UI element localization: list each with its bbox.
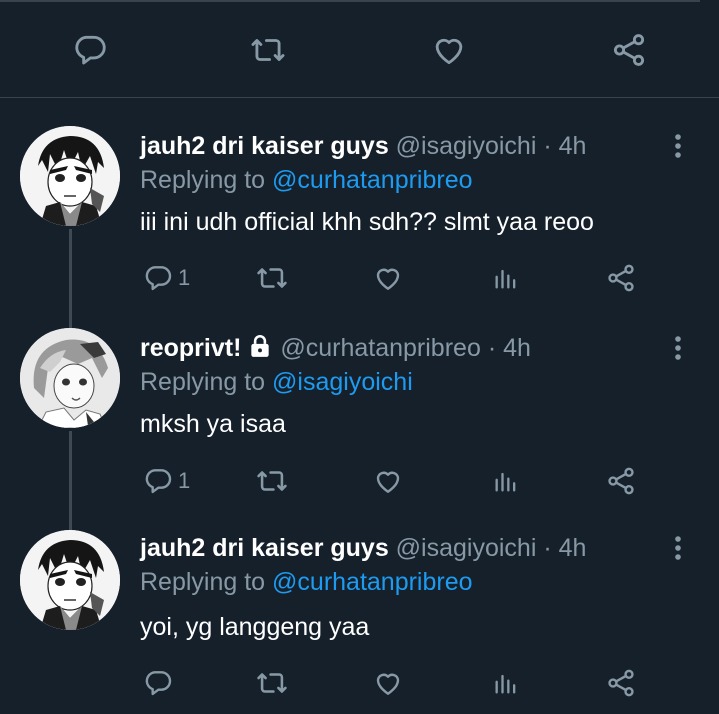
timestamp[interactable]: 4h bbox=[559, 534, 587, 562]
share-icon[interactable] bbox=[605, 258, 637, 298]
replying-to-label: Replying to bbox=[140, 166, 266, 194]
retweet-icon[interactable] bbox=[248, 30, 288, 70]
tweet-actions bbox=[0, 663, 719, 703]
retweet-icon[interactable] bbox=[255, 663, 289, 703]
reply-icon bbox=[142, 465, 174, 497]
separator-dot: · bbox=[543, 132, 552, 160]
reply-button[interactable]: 1 bbox=[142, 461, 190, 501]
heart-icon[interactable] bbox=[372, 258, 404, 298]
reply-button[interactable] bbox=[142, 663, 178, 703]
avatar[interactable] bbox=[20, 126, 120, 226]
display-name[interactable]: jauh2 dri kaiser guys bbox=[140, 132, 389, 160]
separator-dot: · bbox=[543, 534, 552, 562]
display-name[interactable]: reoprivt! bbox=[140, 334, 241, 362]
timestamp[interactable]: 4h bbox=[559, 132, 587, 160]
replying-to-line: Replying to @curhatanpribreo bbox=[140, 165, 473, 195]
reply-button[interactable]: 1 bbox=[142, 258, 190, 298]
avatar[interactable] bbox=[20, 530, 120, 630]
replying-to-mention[interactable]: @curhatanpribreo bbox=[272, 166, 473, 194]
username[interactable]: @curhatanpribreo bbox=[280, 334, 481, 362]
tweet-text: mksh ya isaa bbox=[140, 410, 286, 438]
top-divider bbox=[0, 0, 700, 2]
reply-count: 1 bbox=[178, 468, 191, 493]
separator-dot: · bbox=[487, 334, 497, 362]
lock-icon bbox=[247, 333, 273, 359]
main-tweet-action-bar bbox=[0, 20, 719, 80]
tweet-actions: 1 bbox=[0, 258, 719, 298]
replying-to-mention[interactable]: @isagiyoichi bbox=[272, 368, 413, 396]
tweet-reply-1[interactable]: jauh2 dri kaiser guys @isagiyoichi · 4h … bbox=[0, 126, 719, 335]
tweet-reply-2[interactable]: reoprivt! @curhatanpribreo · 4h Replying… bbox=[0, 328, 719, 535]
bar-chart-icon[interactable] bbox=[492, 258, 520, 298]
replying-to-label: Replying to bbox=[140, 568, 266, 596]
more-vertical-icon[interactable] bbox=[668, 533, 688, 563]
tweet-header: reoprivt! @curhatanpribreo · 4h bbox=[140, 333, 531, 363]
tweet-text: yoi, yg langgeng yaa bbox=[140, 613, 370, 641]
reply-count: 1 bbox=[178, 265, 191, 290]
tweet-header: jauh2 dri kaiser guys @isagiyoichi · 4h bbox=[140, 131, 586, 161]
replying-to-label: Replying to bbox=[140, 368, 266, 396]
reply-icon bbox=[142, 262, 174, 294]
tweet-header: jauh2 dri kaiser guys @isagiyoichi · 4h bbox=[140, 533, 586, 563]
heart-icon[interactable] bbox=[372, 461, 404, 501]
share-icon[interactable] bbox=[605, 461, 637, 501]
replying-to-line: Replying to @isagiyoichi bbox=[140, 367, 413, 397]
more-vertical-icon[interactable] bbox=[668, 333, 688, 363]
heart-icon[interactable] bbox=[429, 30, 469, 70]
tweet-text: iii ini udh official khh sdh?? slmt yaa … bbox=[140, 208, 594, 236]
username[interactable]: @isagiyoichi bbox=[396, 534, 537, 562]
share-icon[interactable] bbox=[605, 663, 637, 703]
avatar[interactable] bbox=[20, 328, 120, 428]
bar-chart-icon[interactable] bbox=[492, 461, 520, 501]
retweet-icon[interactable] bbox=[255, 461, 289, 501]
reply-icon bbox=[142, 667, 174, 699]
replying-to-line: Replying to @curhatanpribreo bbox=[140, 567, 473, 597]
timestamp[interactable]: 4h bbox=[503, 334, 531, 362]
more-vertical-icon[interactable] bbox=[668, 131, 688, 161]
reply-icon[interactable] bbox=[70, 30, 110, 70]
heart-icon[interactable] bbox=[372, 663, 404, 703]
tweet-actions: 1 bbox=[0, 461, 719, 501]
display-name[interactable]: jauh2 dri kaiser guys bbox=[140, 534, 389, 562]
replying-to-mention[interactable]: @curhatanpribreo bbox=[272, 568, 473, 596]
username[interactable]: @isagiyoichi bbox=[396, 132, 537, 160]
tweet-reply-3[interactable]: jauh2 dri kaiser guys @isagiyoichi · 4h … bbox=[0, 530, 719, 714]
bar-chart-icon[interactable] bbox=[492, 663, 520, 703]
share-icon[interactable] bbox=[609, 30, 649, 70]
divider bbox=[0, 97, 719, 98]
retweet-icon[interactable] bbox=[255, 258, 289, 298]
